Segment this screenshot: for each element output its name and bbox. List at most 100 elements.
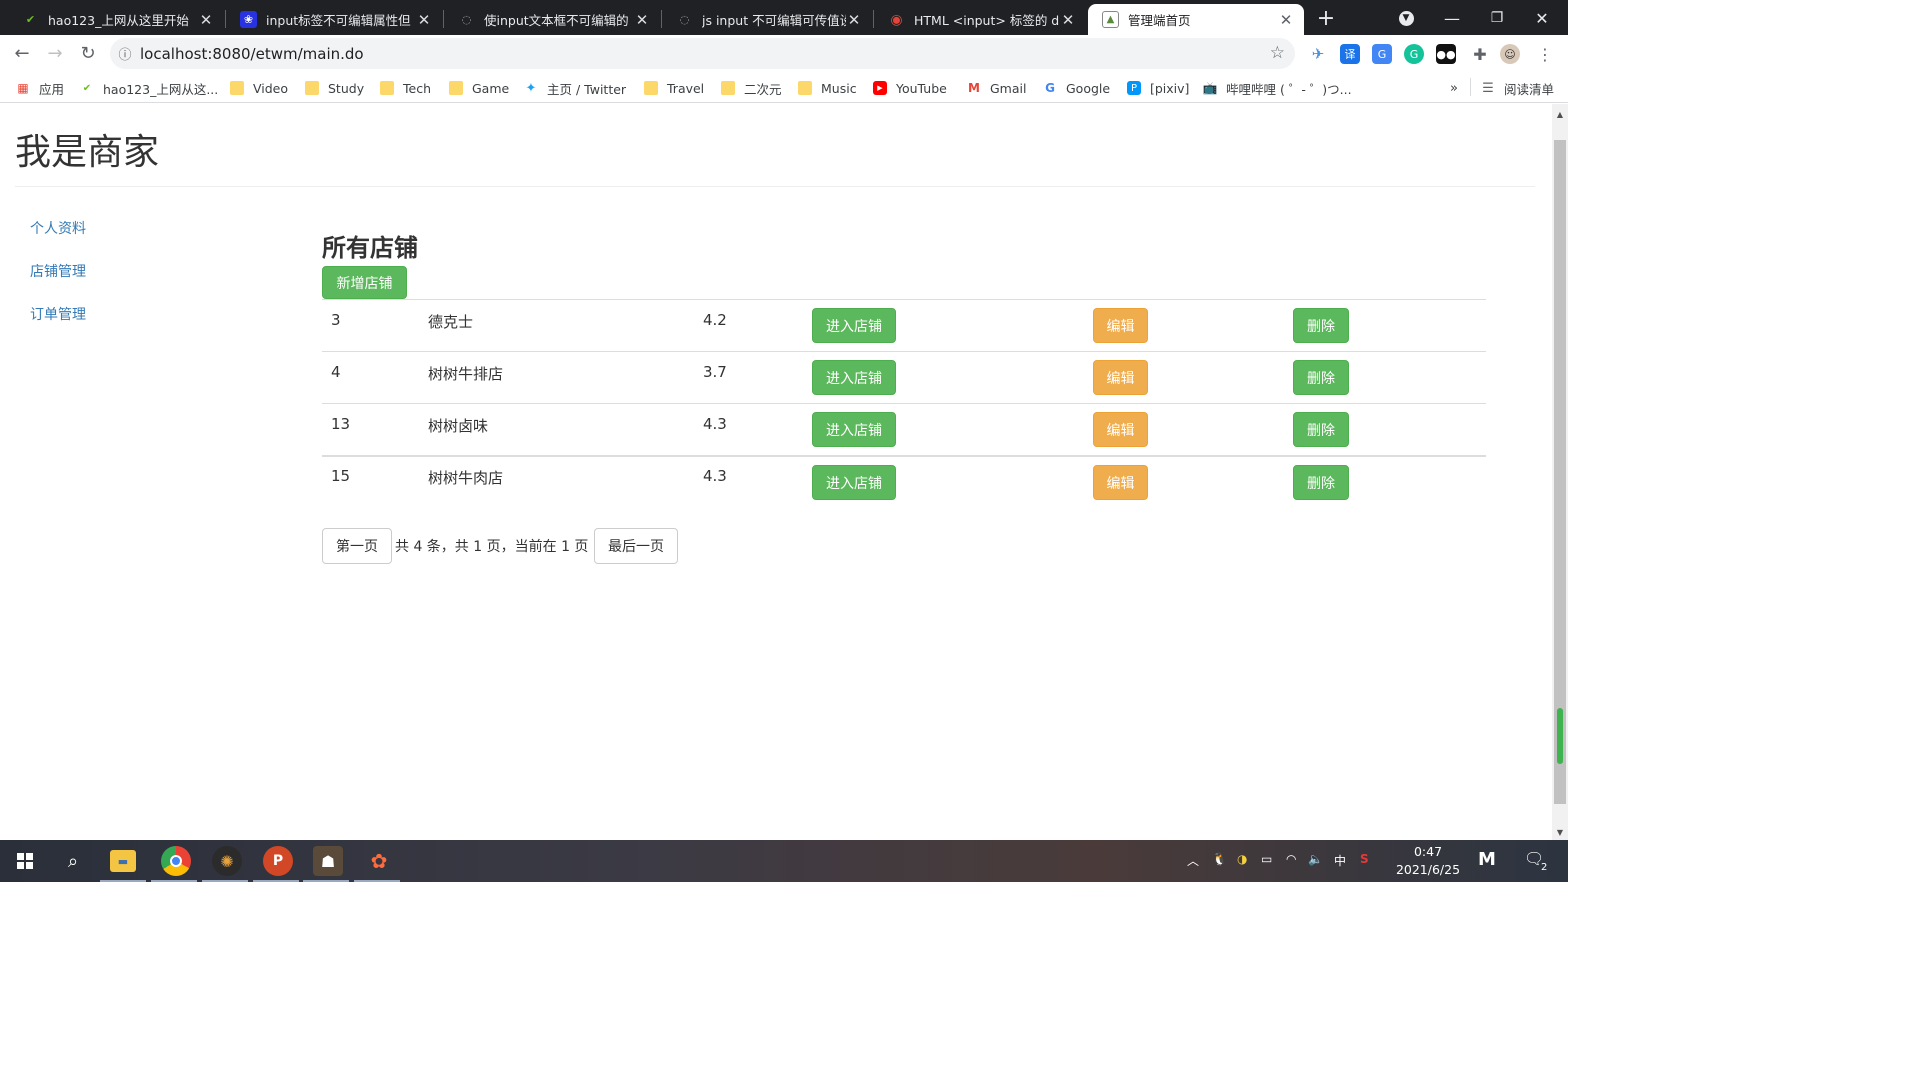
m-app-tray-icon[interactable]: M xyxy=(1478,849,1496,870)
enter-shop-button[interactable]: 进入店铺 xyxy=(812,360,896,395)
edit-shop-button[interactable]: 编辑 xyxy=(1093,308,1148,343)
sidebar-item-order-management[interactable]: 订单管理 xyxy=(30,304,86,324)
game-app-icon[interactable]: ✺ xyxy=(212,846,242,876)
translate-extension-icon[interactable]: 译 xyxy=(1340,44,1360,64)
page-scrollbar[interactable]: ▲ ▼ xyxy=(1552,104,1568,840)
extension-bird-icon[interactable]: ✈ xyxy=(1308,44,1328,64)
bookmark-bilibili[interactable]: 📺 哔哩哔哩 ( ゜- ゜)つ... xyxy=(1203,78,1352,98)
sidebar-item-profile[interactable]: 个人资料 xyxy=(30,218,86,238)
forward-arrow-icon[interactable]: → xyxy=(41,39,69,67)
bookmark-google[interactable]: G Google xyxy=(1043,78,1110,98)
bookmarks-overflow-button[interactable]: » xyxy=(1450,78,1458,98)
clock-time: 0:47 xyxy=(1413,844,1443,859)
delete-shop-button[interactable]: 删除 xyxy=(1293,360,1349,395)
tab-admin-home[interactable]: ▲ 管理端首页 ✕ xyxy=(1088,4,1304,35)
bookmark-folder-tech[interactable]: Tech xyxy=(380,78,431,98)
sogou-input-icon[interactable]: S xyxy=(1360,852,1369,866)
volume-icon[interactable]: 🔈 xyxy=(1308,852,1323,866)
close-tab-icon[interactable]: ✕ xyxy=(1278,11,1294,29)
edit-shop-button[interactable]: 编辑 xyxy=(1093,412,1148,447)
delete-shop-button[interactable]: 删除 xyxy=(1293,308,1349,343)
colorful-app-icon[interactable]: ✿ xyxy=(364,846,394,876)
file-explorer-icon[interactable]: ▬ xyxy=(110,850,136,872)
qq-tray-icon[interactable]: 🐧 xyxy=(1212,852,1227,866)
delete-shop-button[interactable]: 删除 xyxy=(1293,465,1349,500)
delete-shop-button[interactable]: 删除 xyxy=(1293,412,1349,447)
close-tab-icon[interactable]: ✕ xyxy=(846,11,862,29)
close-tab-icon[interactable]: ✕ xyxy=(416,11,432,29)
baidu-paw-icon: ❀ xyxy=(240,11,257,28)
section-title: 所有店铺 xyxy=(322,234,418,262)
bookmark-star-icon[interactable]: ☆ xyxy=(1270,43,1285,63)
tab-html-input-disabled[interactable]: ◉ HTML <input> 标签的 dis ✕ xyxy=(874,4,1086,35)
bookmarks-divider xyxy=(1470,78,1471,96)
minimize-button[interactable]: — xyxy=(1440,6,1464,30)
powerpoint-icon[interactable]: P xyxy=(263,846,293,876)
wifi-icon[interactable]: ◠ xyxy=(1286,852,1296,866)
close-tab-icon[interactable]: ✕ xyxy=(634,11,650,29)
first-page-button[interactable]: 第一页 xyxy=(322,528,392,564)
edit-shop-button[interactable]: 编辑 xyxy=(1093,360,1148,395)
tampermonkey-icon[interactable]: ●● xyxy=(1436,44,1456,64)
folder-icon xyxy=(798,81,812,95)
info-icon[interactable]: ⓘ xyxy=(110,44,140,63)
enter-shop-button[interactable]: 进入店铺 xyxy=(812,465,896,500)
system-clock[interactable]: 0:47 2021/6/25 xyxy=(1388,843,1468,879)
bookmark-hao123[interactable]: ✔ hao123_上网从这... xyxy=(80,78,218,98)
tab-input-readonly-1[interactable]: ❀ input标签不可编辑属性但 ✕ xyxy=(226,4,442,35)
scroll-down-arrow-icon[interactable]: ▼ xyxy=(1552,824,1568,840)
bookmark-twitter[interactable]: ✦ 主页 / Twitter xyxy=(524,78,627,98)
reading-list-icon: ☰ xyxy=(1482,80,1494,96)
tray-app-icon[interactable]: ◑ xyxy=(1237,852,1247,866)
back-arrow-icon[interactable]: ← xyxy=(8,39,36,67)
close-tab-icon[interactable]: ✕ xyxy=(198,11,214,29)
tab-search-icon[interactable]: ▼ xyxy=(1394,6,1418,30)
search-icon[interactable]: ⌕ xyxy=(58,846,88,876)
edit-shop-button[interactable]: 编辑 xyxy=(1093,465,1148,500)
bookmark-folder-study[interactable]: Study xyxy=(305,78,364,98)
reading-list-button[interactable]: ☰ 阅读清单 xyxy=(1481,78,1554,98)
scroll-up-arrow-icon[interactable]: ▲ xyxy=(1552,106,1568,122)
enter-shop-button[interactable]: 进入店铺 xyxy=(812,412,896,447)
battery-icon[interactable]: ▭ xyxy=(1261,852,1272,866)
extensions-puzzle-icon[interactable]: ✚ xyxy=(1470,44,1490,64)
add-shop-button[interactable]: 新增店铺 xyxy=(322,266,407,299)
profile-avatar[interactable]: ☺ xyxy=(1500,44,1520,64)
active-app-indicator xyxy=(303,880,349,882)
address-bar[interactable]: ⓘ localhost:8080/etwm/main.do ☆ xyxy=(110,38,1295,69)
last-page-button[interactable]: 最后一页 xyxy=(594,528,678,564)
close-tab-icon[interactable]: ✕ xyxy=(1060,11,1076,29)
restore-button[interactable]: ❐ xyxy=(1485,6,1509,30)
tab-input-readonly-2[interactable]: ◌ 使input文本框不可编辑的 ✕ xyxy=(444,4,660,35)
tab-hao123[interactable]: ✔ hao123_上网从这里开始 ✕ xyxy=(8,4,224,35)
loading-spinner-icon: ◌ xyxy=(461,13,472,26)
bookmark-apps[interactable]: ▦ 应用 xyxy=(16,78,64,98)
tray-expand-icon[interactable]: ︿ xyxy=(1187,852,1199,869)
shop-id-cell: 13 xyxy=(331,415,351,433)
url-text[interactable]: localhost:8080/etwm/main.do xyxy=(140,45,364,63)
chrome-icon[interactable] xyxy=(161,846,191,876)
windows-start-icon[interactable] xyxy=(10,846,40,876)
bookmark-folder-travel[interactable]: Travel xyxy=(644,78,704,98)
new-tab-button[interactable]: + xyxy=(1314,6,1338,31)
game-character-icon[interactable]: ☗ xyxy=(313,846,343,876)
bookmark-folder-anime[interactable]: 二次元 xyxy=(721,78,782,98)
grammarly-icon[interactable]: G xyxy=(1404,44,1424,64)
bookmark-gmail[interactable]: M Gmail xyxy=(967,78,1026,98)
google-translate-icon[interactable]: G xyxy=(1372,44,1392,64)
bookmark-folder-music[interactable]: Music xyxy=(798,78,857,98)
browser-menu-icon[interactable]: ⋮ xyxy=(1535,44,1555,64)
sidebar-item-shop-management[interactable]: 店铺管理 xyxy=(30,261,86,281)
bookmark-pixiv[interactable]: P [pixiv] xyxy=(1127,78,1189,98)
shop-name-cell: 树树牛肉店 xyxy=(428,469,504,487)
close-window-button[interactable]: ✕ xyxy=(1530,6,1554,30)
tab-js-input[interactable]: ◌ js input 不可编辑可传值设 ✕ xyxy=(662,4,872,35)
bookmark-folder-game[interactable]: Game xyxy=(449,78,509,98)
scrollbar-thumb[interactable] xyxy=(1554,140,1566,804)
bookmark-youtube[interactable]: ▶ YouTube xyxy=(873,78,947,98)
bookmark-folder-video[interactable]: Video xyxy=(230,78,288,98)
twitter-icon: ✦ xyxy=(525,80,537,96)
enter-shop-button[interactable]: 进入店铺 xyxy=(812,308,896,343)
reload-icon[interactable]: ↻ xyxy=(74,39,102,67)
ime-indicator[interactable]: 中 xyxy=(1334,852,1346,869)
